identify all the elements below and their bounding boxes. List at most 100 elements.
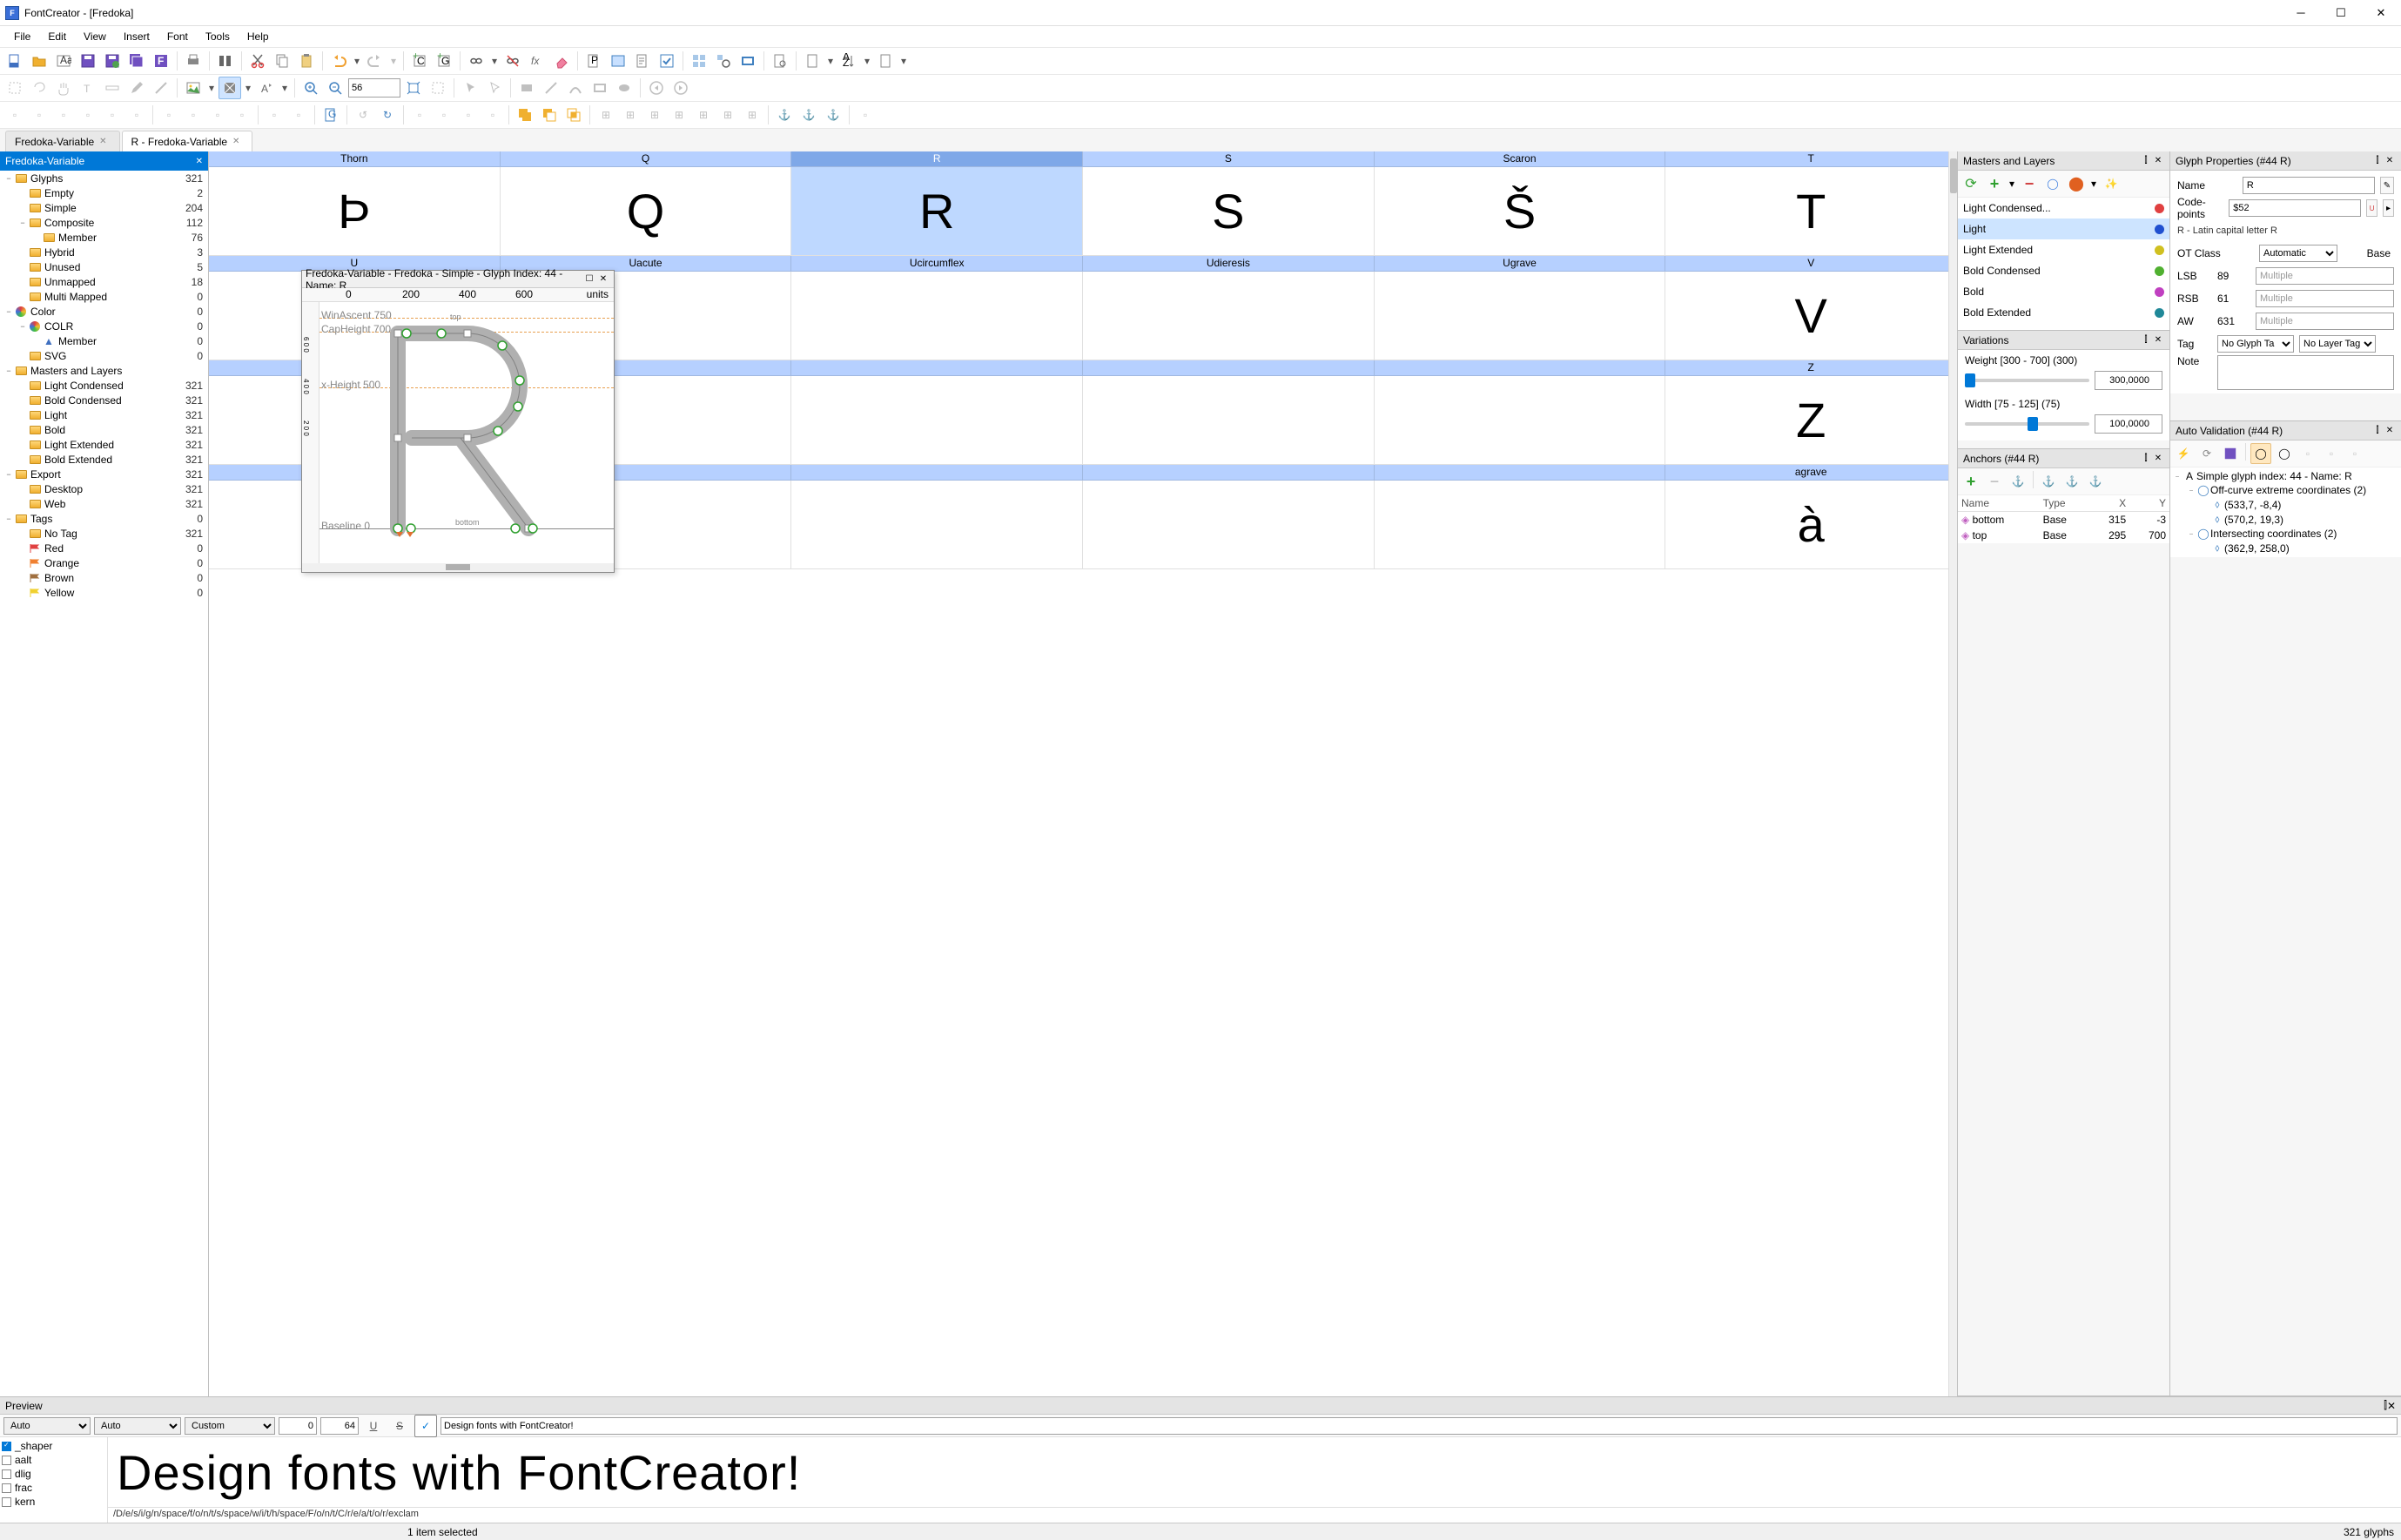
union-icon[interactable]: [514, 104, 536, 126]
tree-row[interactable]: −Tags0: [0, 511, 208, 526]
zoom-input[interactable]: [348, 78, 400, 98]
flip-h-icon[interactable]: ▫: [263, 104, 286, 126]
link-dropdown-icon[interactable]: ▾: [489, 50, 500, 72]
feature-checkbox[interactable]: [2, 1497, 11, 1507]
grid4-icon[interactable]: ⊞: [668, 104, 690, 126]
preview-auto2-select[interactable]: Auto: [94, 1417, 181, 1435]
editor-titlebar[interactable]: Fredoka-Variable - Fredoka - Simple - Gl…: [302, 271, 614, 288]
feature-row[interactable]: frac: [2, 1481, 105, 1495]
preview-spin1[interactable]: [279, 1417, 317, 1435]
validation-row[interactable]: ⬨(570,2, 19,3): [2172, 512, 2399, 527]
misc-icon[interactable]: ▫: [854, 104, 877, 126]
page-icon[interactable]: [874, 50, 897, 72]
grid3-icon[interactable]: ⊞: [643, 104, 666, 126]
grid5-icon[interactable]: ⊞: [692, 104, 715, 126]
line-icon[interactable]: [540, 77, 562, 99]
front-one-icon[interactable]: ▫: [481, 104, 504, 126]
master-row[interactable]: Bold: [1958, 281, 2169, 302]
tree-row[interactable]: Hybrid3: [0, 245, 208, 259]
redo-dropdown-icon[interactable]: ▾: [388, 50, 399, 72]
validation-tree[interactable]: −ASimple glyph index: 44 - Name: R−◯Off-…: [2170, 467, 2401, 557]
tree-row[interactable]: Light321: [0, 407, 208, 422]
tree-row[interactable]: −Masters and Layers: [0, 363, 208, 378]
copy-icon[interactable]: [271, 50, 293, 72]
lsb-input[interactable]: [2256, 267, 2394, 285]
glyph-header-cell[interactable]: [791, 360, 1083, 375]
anchor-c-icon[interactable]: ⚓: [2085, 471, 2106, 492]
pin-icon[interactable]: ⫿: [2140, 156, 2152, 165]
glyph-cell[interactable]: [791, 272, 1083, 360]
dist-v-icon[interactable]: ▫: [182, 104, 205, 126]
grid2-icon[interactable]: ⊞: [619, 104, 642, 126]
strike-icon[interactable]: S: [388, 1415, 411, 1437]
save-as-icon[interactable]: [101, 50, 124, 72]
bring-front-icon[interactable]: ▫: [433, 104, 455, 126]
validation-row[interactable]: ⬨(362,9, 258,0): [2172, 541, 2399, 555]
rect2-icon[interactable]: [588, 77, 611, 99]
glyph-header-cell[interactable]: S: [1083, 151, 1375, 166]
menu-tools[interactable]: Tools: [197, 28, 239, 45]
align-left-icon[interactable]: ▫: [3, 104, 26, 126]
open-font-icon[interactable]: Aa: [52, 50, 75, 72]
warning-icon[interactable]: ⬤: [2066, 173, 2087, 194]
editor-maximize-icon[interactable]: ☐: [582, 272, 596, 286]
rsb-input[interactable]: [2256, 290, 2394, 307]
glyph-cell[interactable]: à: [1665, 481, 1957, 569]
val-opt3-icon[interactable]: ▫: [2297, 443, 2318, 464]
find-glyph-icon[interactable]: [712, 50, 735, 72]
remove-anchor-icon[interactable]: −: [1984, 471, 2005, 492]
generate-name-icon[interactable]: ✎: [2380, 177, 2394, 194]
redo-icon[interactable]: [364, 50, 387, 72]
grid7-icon[interactable]: ⊞: [741, 104, 763, 126]
preview-spin2[interactable]: [320, 1417, 359, 1435]
panel-close-icon[interactable]: ✕: [196, 157, 203, 166]
remove-master-icon[interactable]: −: [2019, 173, 2040, 194]
feature-checkbox[interactable]: [2, 1442, 11, 1451]
fill-dropdown-icon[interactable]: ▾: [243, 77, 253, 99]
open-icon[interactable]: [28, 50, 50, 72]
anchor-tool-icon[interactable]: ⚓: [2008, 471, 2028, 492]
glyph-header-cell[interactable]: [1083, 465, 1375, 480]
prev-glyph-icon[interactable]: [645, 77, 668, 99]
tree-row[interactable]: Empty2: [0, 185, 208, 200]
doc-tab-glyph[interactable]: R - Fredoka-Variable✕: [122, 131, 253, 151]
glyph-header-cell[interactable]: R: [791, 151, 1083, 166]
undo-icon[interactable]: [327, 50, 350, 72]
properties-icon[interactable]: P: [582, 50, 605, 72]
tree-row[interactable]: SVG0: [0, 348, 208, 363]
grid6-icon[interactable]: ⊞: [716, 104, 739, 126]
pin-icon[interactable]: ⫿: [2371, 156, 2384, 165]
pointer-icon[interactable]: [459, 77, 481, 99]
tree-row[interactable]: −Export321: [0, 467, 208, 481]
pin-icon[interactable]: ⫿: [2371, 426, 2384, 435]
save-icon[interactable]: [77, 50, 99, 72]
glyph-header-cell[interactable]: agrave: [1665, 465, 1957, 480]
feature-row[interactable]: aalt: [2, 1453, 105, 1467]
add-master-icon[interactable]: +: [1984, 173, 2005, 194]
val-opt2-icon[interactable]: ◯: [2274, 443, 2295, 464]
wand-icon[interactable]: ✨: [2101, 173, 2122, 194]
next-glyph-icon[interactable]: [669, 77, 692, 99]
expander-icon[interactable]: −: [3, 367, 14, 375]
space-h-icon[interactable]: ▫: [206, 104, 229, 126]
glyph-header-cell[interactable]: [1083, 360, 1375, 375]
glyph-name-input[interactable]: [2243, 177, 2375, 194]
flip-v-icon[interactable]: ▫: [287, 104, 310, 126]
opentype-icon[interactable]: [607, 50, 629, 72]
page-dropdown-icon[interactable]: ▾: [898, 50, 909, 72]
guide-icon[interactable]: G: [319, 104, 342, 126]
align-mid-icon[interactable]: ▫: [101, 104, 124, 126]
otclass-select[interactable]: Automatic: [2259, 245, 2337, 262]
tree-row[interactable]: Red0: [0, 541, 208, 555]
glyph-cell[interactable]: [791, 376, 1083, 465]
glyph-cell[interactable]: T: [1665, 167, 1957, 256]
glyph-tag-select[interactable]: No Glyph Ta: [2217, 335, 2294, 353]
rotate-l-icon[interactable]: ↺: [352, 104, 374, 126]
panel-close-icon[interactable]: ✕: [2152, 156, 2164, 165]
close-tab-icon[interactable]: ✕: [99, 137, 106, 146]
underline-icon[interactable]: U: [362, 1415, 385, 1437]
image-icon[interactable]: [182, 77, 205, 99]
tree-row[interactable]: No Tag321: [0, 526, 208, 541]
knife-icon[interactable]: [150, 77, 172, 99]
glyph-editor-window[interactable]: Fredoka-Variable - Fredoka - Simple - Gl…: [301, 270, 615, 573]
